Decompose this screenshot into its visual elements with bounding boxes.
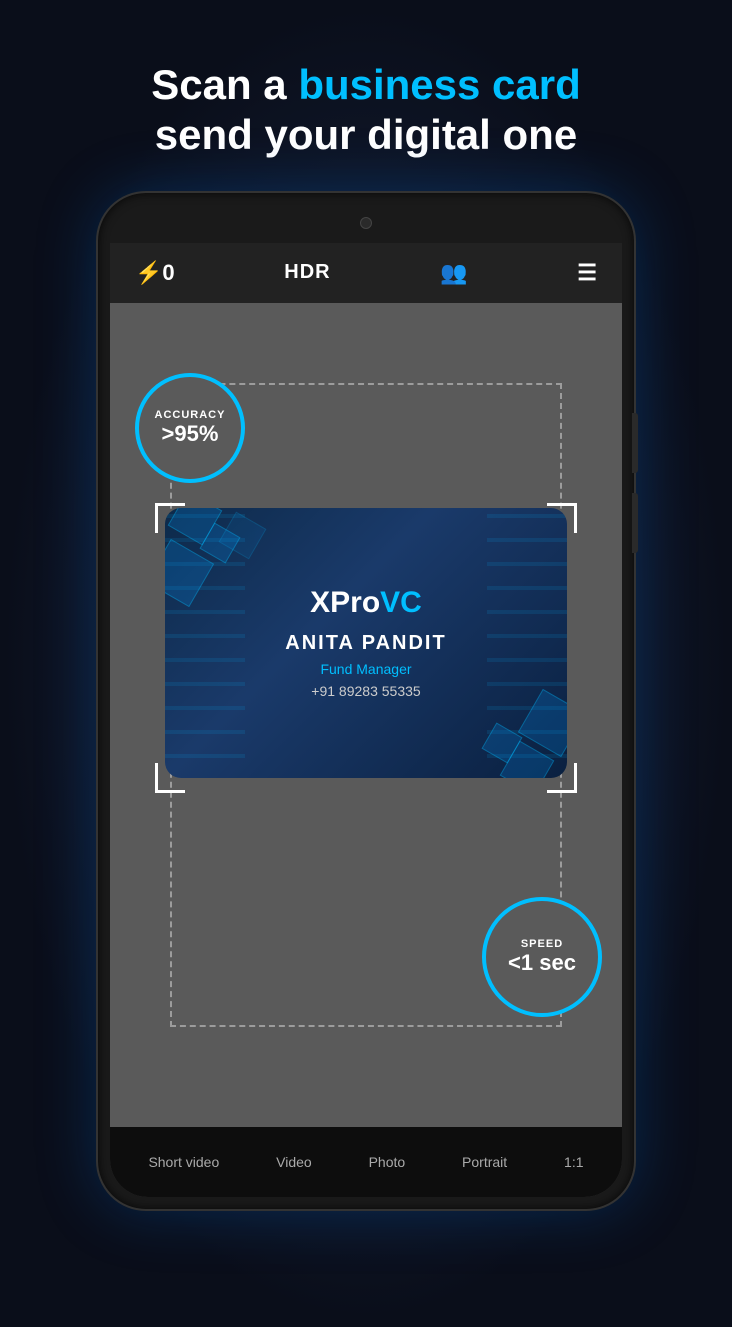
speed-badge: SPEED <1 sec [482,897,602,1017]
menu-icon[interactable]: ☰ [577,260,597,286]
speed-label: SPEED [521,938,563,950]
camera-viewfinder: ACCURACY >95% [110,303,622,1127]
front-camera [360,217,372,229]
headline-line2: send your digital one [151,110,581,160]
card-name: ANITA PANDIT [285,632,446,655]
accuracy-value: >95% [162,421,219,447]
volume-down-button[interactable] [632,493,638,553]
mode-short-video[interactable]: Short video [140,1149,227,1175]
people-icon[interactable]: 👥 [440,260,467,286]
headline-highlight: business card [298,61,580,108]
speed-value: <1 sec [508,950,576,976]
card-job-title: Fund Manager [285,661,446,677]
phone-mockup: ⚡0 HDR 👥 ☰ ACCURACY >95% [96,191,636,1211]
accuracy-label: ACCURACY [155,409,226,421]
business-card: XProVC ANITA PANDIT Fund Manager +91 892… [165,508,567,778]
mode-portrait[interactable]: Portrait [454,1149,515,1175]
headline-line1: Scan a business card [151,60,581,110]
mode-photo[interactable]: Photo [361,1149,414,1175]
camera-mode-bar: Short video Video Photo Portrait 1:1 [110,1127,622,1197]
mode-video[interactable]: Video [268,1149,320,1175]
card-brand: XProVC [285,586,446,620]
flash-icon[interactable]: ⚡0 [135,260,175,286]
volume-up-button[interactable] [632,413,638,473]
hdr-label[interactable]: HDR [284,261,330,284]
accuracy-badge: ACCURACY >95% [135,373,245,483]
brand-prefix: XPro [310,586,380,619]
mode-1-1[interactable]: 1:1 [556,1149,591,1175]
card-phone: +91 89283 55335 [285,683,446,699]
brand-suffix: VC [380,586,422,619]
card-content: XProVC ANITA PANDIT Fund Manager +91 892… [285,586,446,699]
camera-top-bar: ⚡0 HDR 👥 ☰ [110,243,622,303]
phone-screen: ⚡0 HDR 👥 ☰ ACCURACY >95% [110,243,622,1197]
headline: Scan a business card send your digital o… [151,60,581,161]
